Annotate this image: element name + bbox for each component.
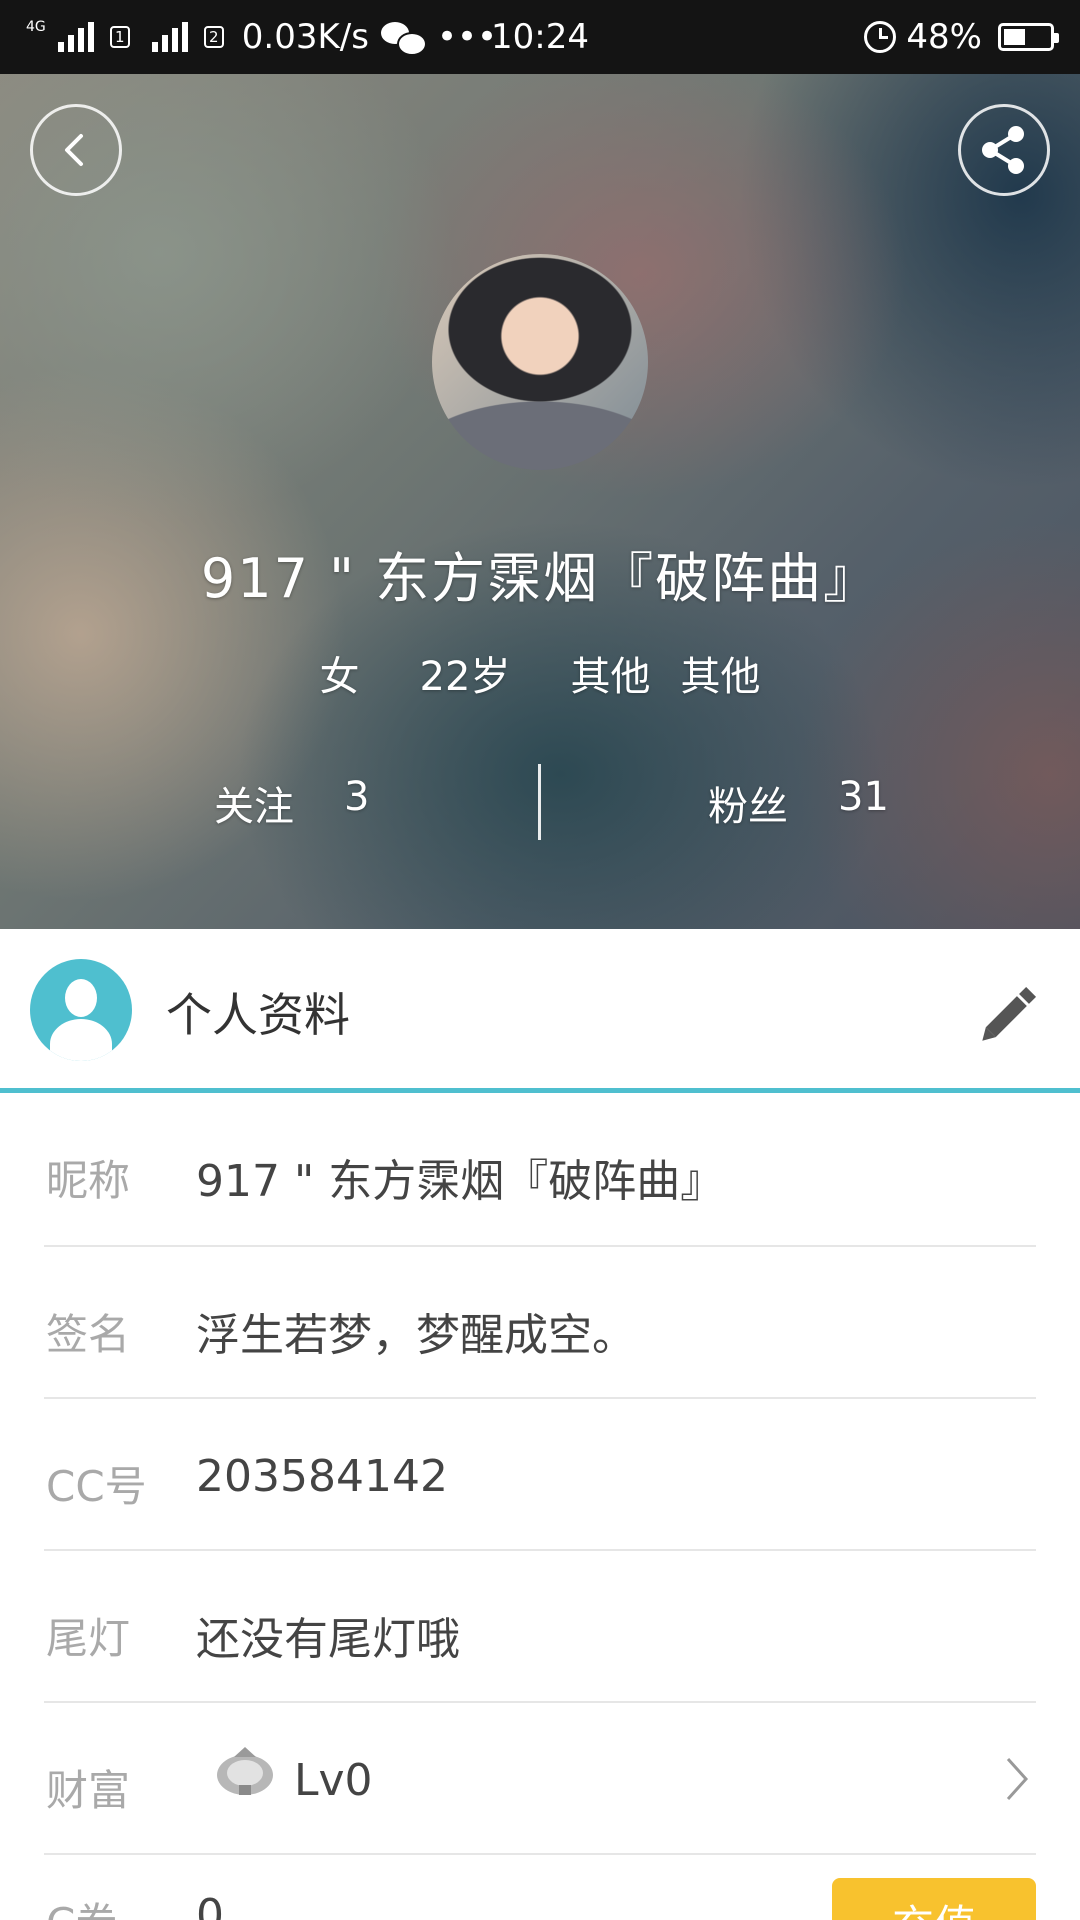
info-row-cticket: C券 0 充值: [44, 1852, 1036, 1920]
following-stat[interactable]: 关注 3: [214, 774, 369, 832]
wealth-level-badge-icon: [217, 1747, 273, 1795]
fans-count: 31: [838, 774, 889, 820]
back-button[interactable]: [30, 104, 122, 196]
share-button[interactable]: [958, 104, 1050, 196]
nickname-value: 917 " 东方霂烟『破阵曲』: [196, 1156, 725, 1207]
user-meta: 女 22岁 其他 其他: [0, 644, 1080, 702]
cc-id-label: CC号: [46, 1462, 147, 1511]
pencil-icon: [982, 986, 1037, 1041]
profile-header: 917 " 东方霂烟『破阵曲』 女 22岁 其他 其他 关注 3 粉丝 31: [0, 74, 1080, 929]
status-left: 4G 1 2 0.03K/s •••: [26, 17, 497, 57]
signature-value: 浮生若梦，梦醒成空。: [196, 1310, 636, 1361]
cticket-value: 0: [196, 1890, 224, 1920]
status-bar: 4G 1 2 0.03K/s ••• 10:24 48%: [0, 0, 1080, 74]
sim2-badge: 2: [203, 26, 224, 48]
signature-label: 签名: [46, 1310, 131, 1359]
chevron-right-icon: [1006, 1757, 1029, 1801]
fans-stat[interactable]: 粉丝 31: [708, 774, 889, 832]
more-notifications: •••: [436, 17, 498, 57]
battery-percent: 48%: [906, 17, 982, 57]
signal-icon-2: [151, 22, 188, 52]
sim1-badge: 1: [109, 26, 130, 48]
location-province: 其他: [570, 654, 651, 700]
following-count: 3: [344, 774, 370, 820]
wealth-label: 财富: [46, 1766, 131, 1815]
edit-button[interactable]: [974, 973, 1050, 1049]
follow-stats: 关注 3 粉丝 31: [0, 764, 1080, 844]
info-row-taillight: 尾灯 还没有尾灯哦: [44, 1551, 1036, 1703]
info-row-signature: 签名 浮生若梦，梦醒成空。: [44, 1247, 1036, 1399]
section-title: 个人资料: [166, 988, 350, 1042]
header-nickname: 917 " 东方霂烟『破阵曲』: [200, 547, 880, 610]
wealth-level: Lv0: [294, 1755, 373, 1806]
info-row-wealth[interactable]: 财富 Lv0: [44, 1703, 1036, 1855]
cticket-label: C券: [46, 1890, 117, 1920]
network-type: 4G: [26, 19, 46, 35]
status-right: 48%: [864, 17, 1059, 57]
location: 其他 其他: [570, 644, 760, 702]
recharge-button[interactable]: 充值: [832, 1878, 1036, 1920]
avatar[interactable]: [432, 254, 648, 470]
fans-label: 粉丝: [708, 784, 788, 830]
age: 22岁: [419, 654, 511, 700]
cc-id-value: 203584142: [196, 1451, 448, 1502]
stats-divider: [538, 764, 541, 840]
following-label: 关注: [214, 784, 294, 830]
gender: 女: [319, 654, 360, 700]
profile-info-list: 昵称 917 " 东方霂烟『破阵曲』 签名 浮生若梦，梦醒成空。 CC号 203…: [0, 1093, 1080, 1855]
wechat-icon: [380, 20, 427, 56]
taillight-label: 尾灯: [46, 1614, 131, 1663]
alarm-icon: [864, 21, 897, 53]
battery-fill: [1004, 29, 1025, 45]
location-city: 其他: [680, 654, 761, 700]
battery-icon: [998, 23, 1059, 51]
profile-icon: [30, 959, 132, 1061]
nickname-label: 昵称: [46, 1156, 131, 1205]
info-row-cc-id: CC号 203584142: [44, 1399, 1036, 1551]
network-speed: 0.03K/s: [241, 17, 369, 57]
profile-section-header: 个人资料: [0, 929, 1080, 1093]
info-row-nickname: 昵称 917 " 东方霂烟『破阵曲』: [44, 1093, 1036, 1247]
chevron-left-icon: [65, 134, 83, 166]
share-icon: [982, 126, 1024, 174]
signal-icon: [57, 22, 94, 52]
taillight-value: 还没有尾灯哦: [196, 1614, 460, 1665]
